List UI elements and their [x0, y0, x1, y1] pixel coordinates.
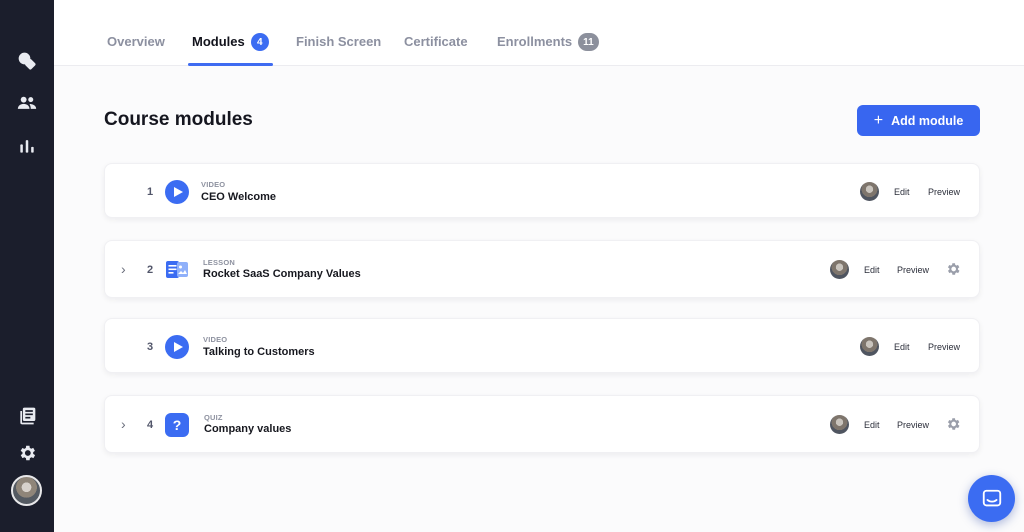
sidebar [0, 0, 54, 532]
author-avatar [860, 337, 879, 356]
module-title: Company values [204, 423, 292, 435]
play-icon [165, 335, 189, 359]
bar-chart-icon[interactable] [13, 132, 41, 160]
preview-link[interactable]: Preview [897, 265, 929, 275]
users-icon[interactable] [13, 89, 41, 117]
module-row[interactable]: › 2 LESSON Rocket SaaS Company Values Ed… [104, 240, 980, 298]
add-module-label: Add module [891, 113, 964, 128]
gear-icon[interactable] [945, 416, 961, 432]
tab-label: Modules [192, 34, 245, 49]
page-title: Course modules [104, 109, 253, 130]
gear-icon[interactable] [945, 261, 961, 277]
tab-label: Enrollments [497, 34, 573, 49]
author-avatar [860, 182, 879, 201]
module-type: VIDEO [201, 180, 226, 189]
tab-label: Certificate [404, 34, 468, 49]
plus-icon: + [873, 111, 884, 129]
module-number: 4 [147, 419, 154, 431]
module-title: Rocket SaaS Company Values [203, 268, 361, 280]
module-type: LESSON [203, 258, 236, 267]
edit-link[interactable]: Edit [864, 265, 880, 275]
add-module-button[interactable]: + Add module [857, 105, 980, 136]
tab-finish-screen[interactable]: Finish Screen [296, 34, 381, 66]
module-row[interactable]: 1 VIDEO CEO Welcome Edit Preview [104, 163, 980, 218]
enrollments-count-badge: 11 [578, 33, 599, 51]
module-number: 3 [147, 341, 154, 353]
tab-certificate[interactable]: Certificate [404, 34, 468, 66]
module-title: Talking to Customers [203, 346, 315, 358]
user-avatar[interactable] [11, 475, 42, 506]
tags-icon[interactable] [13, 47, 41, 75]
module-number: 1 [147, 186, 154, 198]
settings-icon[interactable] [13, 439, 41, 467]
play-icon [165, 180, 189, 204]
tab-overview[interactable]: Overview [107, 34, 165, 66]
tab-modules[interactable]: Modules 4 [188, 33, 273, 66]
module-row[interactable]: 3 VIDEO Talking to Customers Edit Previe… [104, 318, 980, 373]
module-type: VIDEO [203, 335, 228, 344]
preview-link[interactable]: Preview [928, 342, 960, 352]
module-type: QUIZ [204, 413, 223, 422]
module-row[interactable]: › 4 ? QUIZ Company values Edit Preview [104, 395, 980, 453]
edit-link[interactable]: Edit [864, 420, 880, 430]
tab-enrollments[interactable]: Enrollments 11 [497, 33, 599, 66]
module-number: 2 [147, 264, 154, 276]
modules-count-badge: 4 [250, 33, 269, 51]
preview-link[interactable]: Preview [928, 187, 960, 197]
chat-icon [982, 489, 1001, 506]
tab-label: Overview [107, 34, 165, 49]
chevron-right-icon[interactable]: › [121, 416, 126, 432]
preview-link[interactable]: Preview [897, 420, 929, 430]
author-avatar [830, 260, 849, 279]
edit-link[interactable]: Edit [894, 187, 910, 197]
edit-link[interactable]: Edit [894, 342, 910, 352]
module-title: CEO Welcome [201, 191, 276, 203]
tab-bar: Overview Modules 4 Finish Screen Certifi… [54, 0, 1024, 66]
question-icon: ? [165, 413, 189, 437]
chevron-right-icon[interactable]: › [121, 261, 126, 277]
lesson-icon [165, 258, 189, 282]
chat-launcher-button[interactable] [968, 475, 1015, 522]
author-avatar [830, 415, 849, 434]
tab-label: Finish Screen [296, 34, 382, 49]
library-icon[interactable] [13, 402, 41, 430]
